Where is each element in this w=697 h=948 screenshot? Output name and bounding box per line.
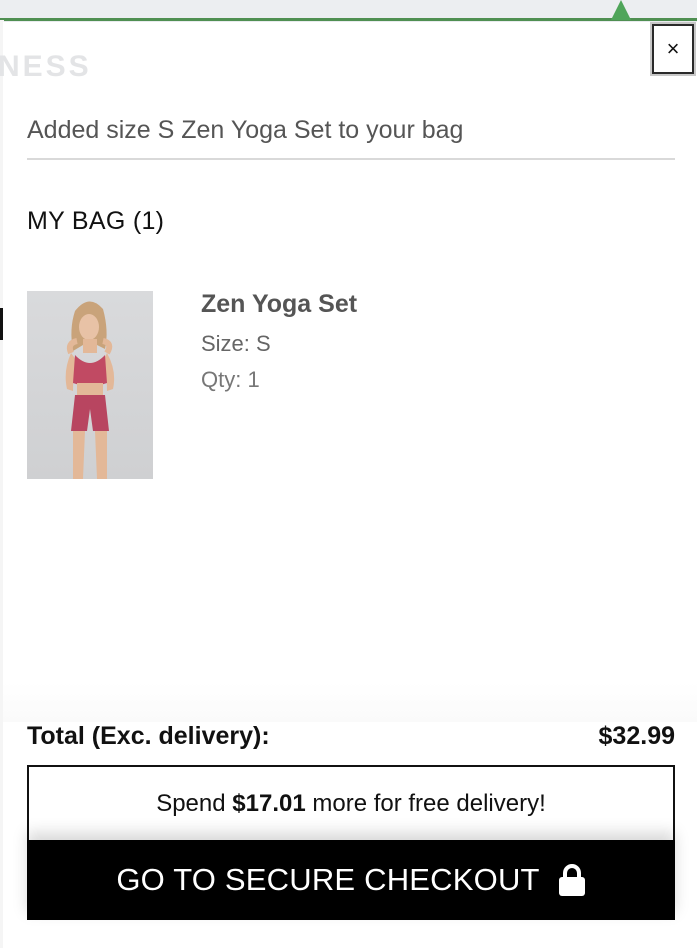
total-value: $32.99 bbox=[598, 722, 675, 750]
product-quantity: Qty: 1 bbox=[201, 367, 260, 392]
free-delivery-suffix: more for free delivery! bbox=[305, 790, 546, 817]
product-image[interactable] bbox=[27, 291, 153, 479]
product-size: Size: S bbox=[201, 331, 271, 356]
checkout-label: GO TO SECURE CHECKOUT bbox=[116, 862, 540, 897]
total-label: Total (Exc. delivery): bbox=[27, 722, 270, 750]
close-button[interactable]: × bbox=[652, 24, 694, 74]
product-photo-icon bbox=[65, 301, 115, 479]
free-delivery-banner: Spend $17.01 more for free delivery! bbox=[27, 765, 675, 843]
checkout-button[interactable]: GO TO SECURE CHECKOUT bbox=[27, 840, 675, 920]
free-delivery-amount: $17.01 bbox=[232, 790, 306, 817]
progress-line bbox=[0, 18, 697, 21]
lock-icon bbox=[558, 864, 585, 896]
free-delivery-text: Spend $17.01 more for free delivery! bbox=[29, 790, 673, 818]
added-to-bag-message: Added size S Zen Yoga Set to your bag bbox=[27, 116, 464, 144]
bag-title: MY BAG (1) bbox=[27, 207, 165, 235]
progress-pointer bbox=[611, 0, 631, 20]
fade-overlay bbox=[3, 682, 697, 722]
background-topbar bbox=[0, 0, 697, 20]
brand-fragment: NESS bbox=[0, 50, 92, 83]
free-delivery-prefix: Spend bbox=[156, 790, 233, 817]
divider bbox=[27, 158, 675, 160]
bag-drawer: NESS × Added size S Zen Yoga Set to your… bbox=[0, 22, 697, 948]
close-icon: × bbox=[666, 36, 680, 61]
product-name[interactable]: Zen Yoga Set bbox=[201, 290, 357, 319]
